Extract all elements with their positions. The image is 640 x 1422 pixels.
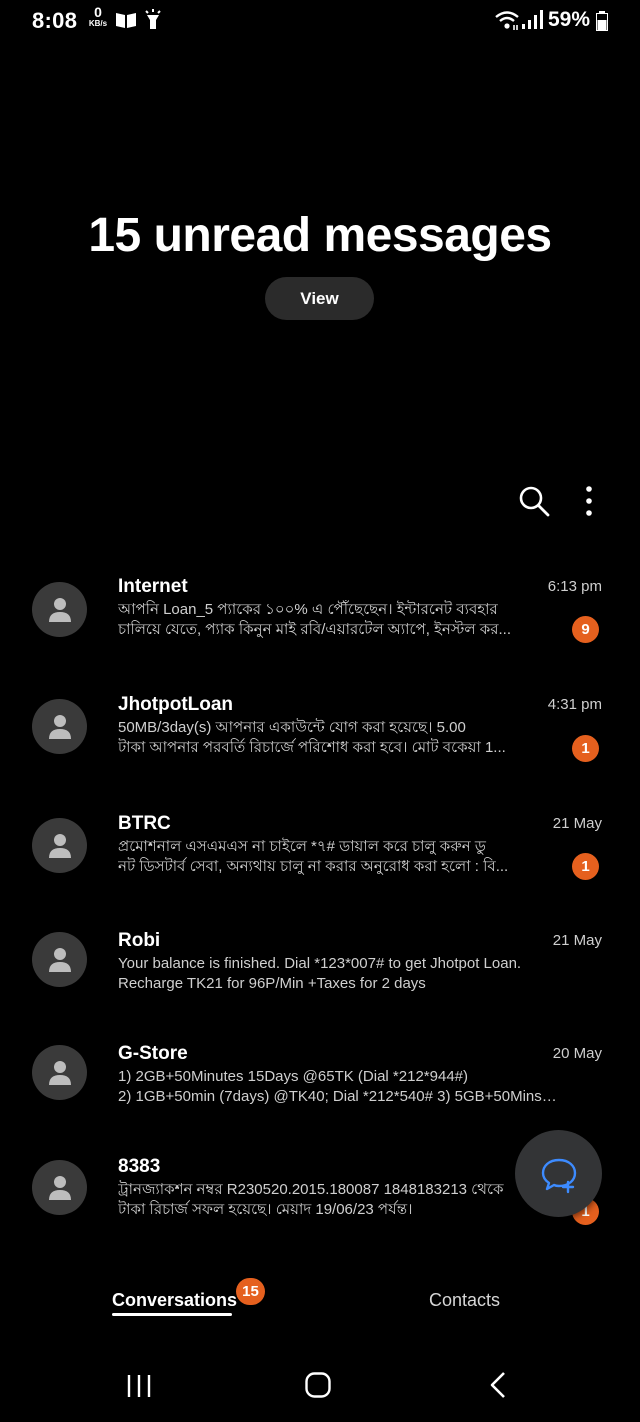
conversation-time: 21 May (552, 932, 602, 949)
active-tab-indicator (112, 1313, 232, 1316)
preview-line: 2) 1GB+50min (7days) @TK40; Dial *212*54… (118, 1088, 558, 1105)
conversation-item-jhotpotloan[interactable]: JhotpotLoan 4:31 pm 50MB/3day(s) আপনার এ… (0, 690, 640, 800)
avatar (32, 932, 87, 987)
net-speed-value: 0 (94, 4, 102, 20)
book-icon (116, 13, 136, 28)
preview-line: চালিয়ে যেতে, প্যাক কিনুন মাই রবি/এয়ারট… (118, 621, 511, 638)
back-icon[interactable] (488, 1371, 508, 1399)
preview-line: 1) 2GB+50Minutes 15Days @65TK (Dial *212… (118, 1068, 468, 1085)
status-time: 8:08 (32, 8, 78, 33)
tab-conversations[interactable]: Conversations (112, 1290, 237, 1311)
net-speed: 0 KB/s (86, 4, 110, 29)
conversation-preview: 1) 2GB+50Minutes 15Days @65TK (Dial *212… (118, 1067, 558, 1107)
conversation-name: Internet (118, 576, 188, 597)
system-nav-bar (0, 1360, 640, 1410)
search-icon[interactable] (517, 484, 551, 518)
conversation-preview: আপনি Loan_5 প্যাকের ১০০% এ পৌঁছেছেন। ইন্… (118, 600, 558, 640)
conversation-item-btrc[interactable]: BTRC 21 May প্রমোশনাল এসএমএস না চাইলে *৭… (0, 809, 640, 919)
net-speed-unit: KB/s (88, 19, 108, 28)
person-icon (48, 597, 71, 622)
conversation-name: BTRC (118, 813, 171, 834)
person-icon (48, 714, 71, 739)
conversation-preview: 50MB/3day(s) আপনার একাউন্টে যোগ করা হয়ে… (118, 718, 558, 758)
preview-line: প্রমোশনাল এসএমএস না চাইলে *৭# ডায়াল করে… (118, 838, 486, 855)
conversation-time: 21 May (552, 815, 602, 832)
more-options-icon[interactable] (576, 484, 602, 518)
new-conversation-button[interactable] (515, 1130, 602, 1217)
conversation-name: G-Store (118, 1043, 188, 1064)
conversation-name: JhotpotLoan (118, 694, 234, 715)
status-bar: 8:08 0 KB/s 59% (0, 0, 640, 44)
person-icon (48, 1060, 71, 1085)
preview-line: নট ডিসটার্ব সেবা, অন্যথায় চালু না করার … (118, 858, 509, 875)
preview-line: আপনি Loan_5 প্যাকের ১০০% এ পৌঁছেছেন। ইন্… (118, 601, 498, 618)
unread-badge: 9 (572, 616, 599, 643)
preview-line: Recharge TK21 for 96P/Min +Taxes for 2 d… (118, 975, 426, 992)
preview-line: টাকা রিচার্জ সফল হয়েছে। মেয়াদ 19/06/23… (118, 1201, 413, 1218)
unread-headline: 15 unread messages (88, 209, 552, 262)
recents-icon[interactable] (126, 1374, 152, 1398)
conversation-time: 6:13 pm (547, 578, 602, 595)
new-message-icon (541, 1158, 576, 1193)
conversations-count-badge: 15 (236, 1278, 265, 1305)
conversation-item-internet[interactable]: Internet 6:13 pm আপনি Loan_5 প্যাকের ১০০… (0, 572, 640, 682)
conversation-preview: প্রমোশনাল এসএমএস না চাইলে *৭# ডায়াল করে… (118, 837, 558, 877)
battery-percent: 59% (548, 8, 591, 31)
avatar (32, 1160, 87, 1215)
torch-icon (145, 9, 161, 29)
conversation-preview: ট্রানজ্যাকশন নম্বর R230520.2015.180087 1… (118, 1180, 558, 1220)
conversation-name: Robi (118, 930, 161, 951)
avatar (32, 1045, 87, 1100)
person-icon (48, 1175, 71, 1200)
wifi-icon (495, 11, 519, 30)
conversation-item-robi[interactable]: Robi 21 May Your balance is finished. Di… (0, 926, 640, 1036)
conversation-preview: Your balance is finished. Dial *123*007#… (118, 954, 558, 994)
person-icon (48, 947, 71, 972)
conversation-name: 8383 (118, 1156, 161, 1177)
conversation-time: 20 May (552, 1045, 602, 1062)
signal-icon (522, 10, 543, 29)
preview-line: 50MB/3day(s) আপনার একাউন্টে যোগ করা হয়ে… (118, 719, 466, 736)
person-icon (48, 833, 71, 858)
conversation-time: 4:31 pm (547, 696, 602, 713)
unread-badge: 1 (572, 735, 599, 762)
preview-line: Your balance is finished. Dial *123*007#… (118, 955, 522, 972)
battery-icon (596, 11, 608, 31)
avatar (32, 582, 87, 637)
unread-badge: 1 (572, 853, 599, 880)
avatar (32, 699, 87, 754)
preview-line: ট্রানজ্যাকশন নম্বর R230520.2015.180087 1… (118, 1181, 504, 1198)
tab-contacts[interactable]: Contacts (429, 1290, 500, 1311)
preview-line: টাকা আপনার পরবর্তি রিচার্জে পরিশোধ করা হ… (118, 739, 506, 756)
home-icon[interactable] (305, 1372, 331, 1398)
avatar (32, 818, 87, 873)
view-button[interactable]: View (265, 277, 374, 320)
